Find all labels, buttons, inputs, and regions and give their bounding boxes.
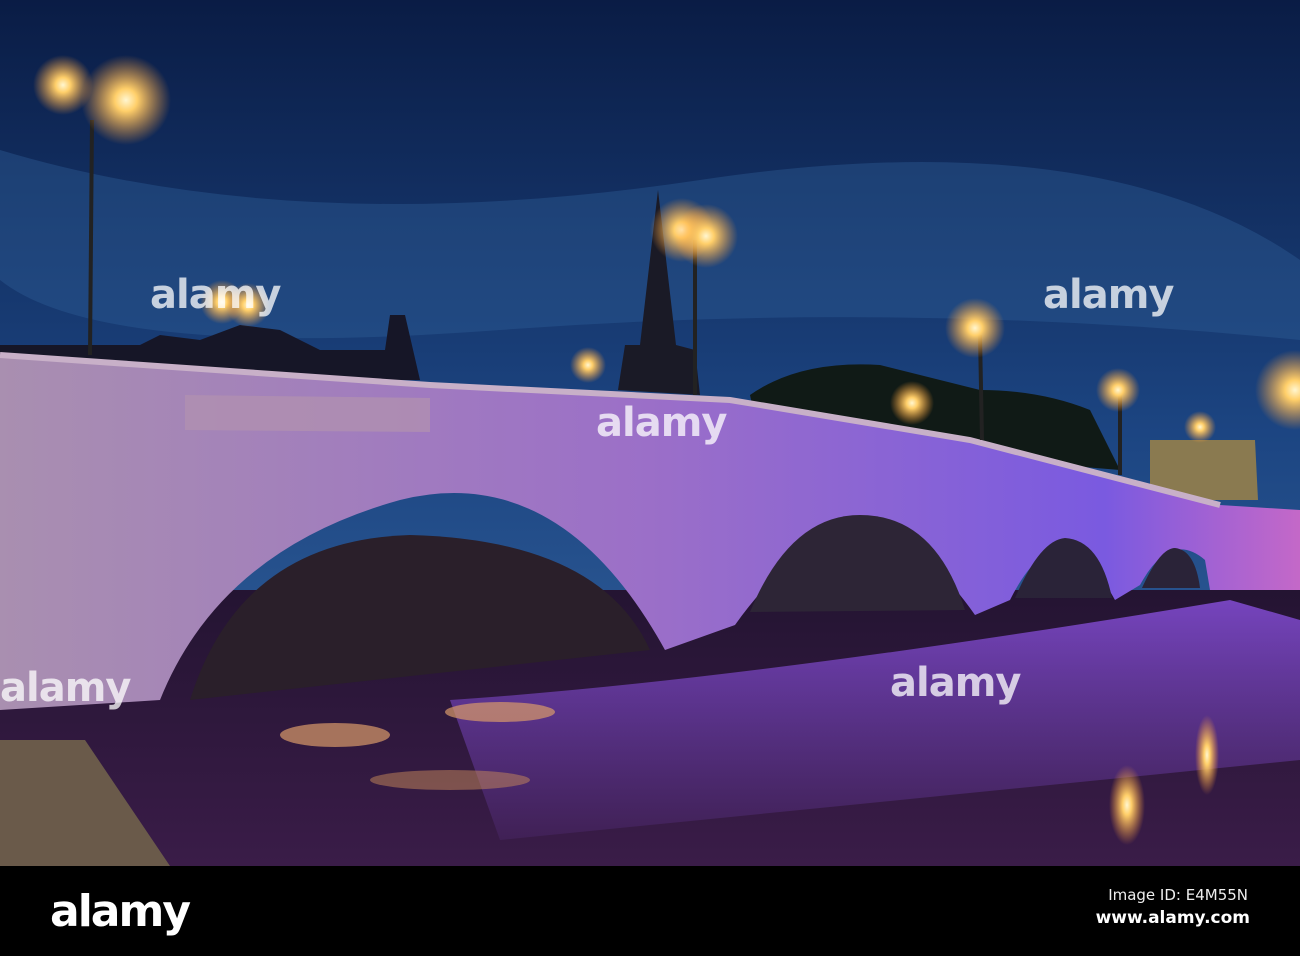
watermark: alamy: [150, 272, 281, 318]
stock-photo: alamy alamy alamy alamy alamy alamy Imag…: [0, 0, 1300, 956]
watermark: alamy: [0, 665, 131, 711]
footer-bar: alamy Image ID: E4M55N www.alamy.com: [0, 866, 1300, 956]
watermark: alamy: [1043, 272, 1174, 318]
image-id: Image ID: E4M55N: [1108, 886, 1248, 904]
watermark: alamy: [596, 400, 727, 446]
watermark: alamy: [890, 660, 1021, 706]
website-link[interactable]: www.alamy.com: [1096, 908, 1250, 928]
alamy-logo: alamy: [50, 886, 191, 937]
